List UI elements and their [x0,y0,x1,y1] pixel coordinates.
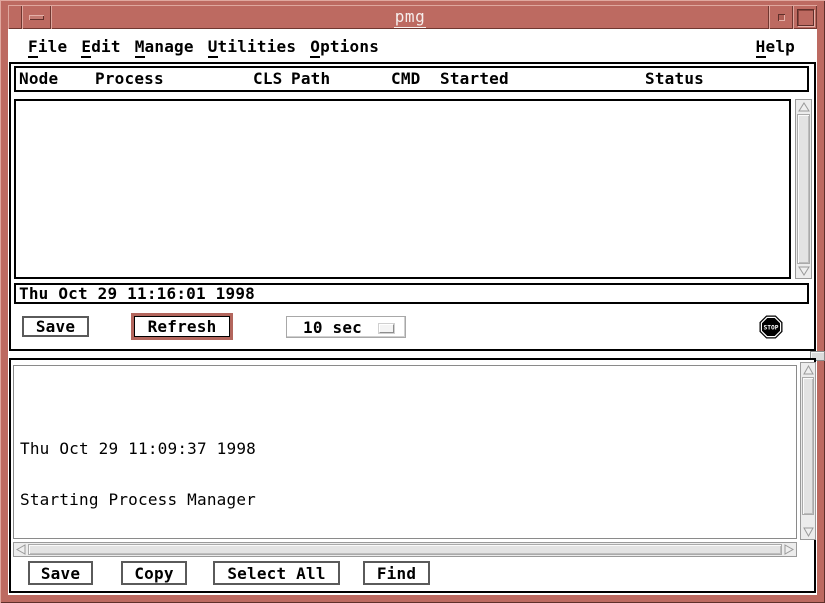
refresh-button[interactable]: Refresh [134,316,230,337]
maximize-button[interactable] [793,5,817,29]
stop-refresh-button[interactable]: STOP [759,315,783,339]
refresh-time-field: Thu Oct 29 11:16:01 1998 [14,283,809,304]
iconify-button[interactable] [769,5,793,29]
scroll-up-arrow-icon[interactable] [801,363,815,377]
refresh-button-highlight: Refresh [131,313,233,340]
scroll-left-arrow-icon[interactable] [14,543,28,556]
option-menu-indicator-icon [379,324,394,333]
window-menu-dash-icon [29,15,44,20]
menu-utilities[interactable]: Utilities [208,37,297,56]
log-vscrollbar[interactable] [800,362,816,540]
scrollbar-thumb[interactable] [28,544,782,555]
window-menu-button[interactable] [22,5,51,29]
column-process: Process [95,69,164,88]
process-list-header: Node Process CLS Path CMD Started Status [14,66,809,92]
maximize-icon [797,9,814,26]
scroll-up-arrow-icon[interactable] [796,100,811,114]
scrollbar-thumb[interactable] [802,377,814,515]
menu-manage[interactable]: Manage [135,37,194,56]
column-path: Path [291,69,330,88]
process-list[interactable] [14,99,791,279]
log-hscrollbar[interactable] [13,542,797,557]
process-list-vscrollbar[interactable] [795,99,812,279]
window-title: pmg [51,5,769,29]
refresh-interval-value: 10 sec [303,318,362,337]
column-started: Started [440,69,509,88]
scrollbar-thumb[interactable] [797,114,810,264]
log-text-area[interactable]: Thu Oct 29 11:09:37 1998 Starting Proces… [13,365,797,539]
iconify-icon [778,14,785,21]
column-status: Status [645,69,704,88]
save-button[interactable]: Save [22,316,89,337]
scroll-down-arrow-icon[interactable] [796,264,811,278]
menu-bar: File Edit Manage Utilities Options Help [8,29,817,62]
log-line: Starting Process Manager [20,491,796,508]
pmg-window: pmg File Edit Manage Utilities Options H… [0,0,825,603]
refresh-interval-select[interactable]: 10 sec [286,316,406,338]
scroll-right-arrow-icon[interactable] [782,543,796,556]
scroll-down-arrow-icon[interactable] [801,525,815,539]
log-save-button[interactable]: Save [28,561,93,585]
menu-options[interactable]: Options [310,37,379,56]
select-all-button[interactable]: Select All [213,561,340,585]
log-panel: Thu Oct 29 11:09:37 1998 Starting Proces… [9,358,816,593]
svg-text:STOP: STOP [764,325,779,332]
client-area: File Edit Manage Utilities Options Help … [8,29,817,595]
process-panel: Node Process CLS Path CMD Started Status… [9,62,816,351]
log-line: Thu Oct 29 11:09:37 1998 [20,440,796,457]
column-cmd: CMD [391,69,421,88]
find-button[interactable]: Find [363,561,430,585]
title-bar-spacer [8,5,22,29]
title-bar: pmg [8,5,817,29]
column-cls: CLS [253,69,283,88]
column-node: Node [19,69,58,88]
menu-help[interactable]: Help [756,37,795,56]
copy-button[interactable]: Copy [121,561,187,585]
log-lines: Thu Oct 29 11:09:37 1998 Starting Proces… [14,366,796,539]
menu-edit[interactable]: Edit [81,37,120,56]
menu-file[interactable]: File [28,37,67,56]
stop-sign-icon: STOP [759,315,783,339]
